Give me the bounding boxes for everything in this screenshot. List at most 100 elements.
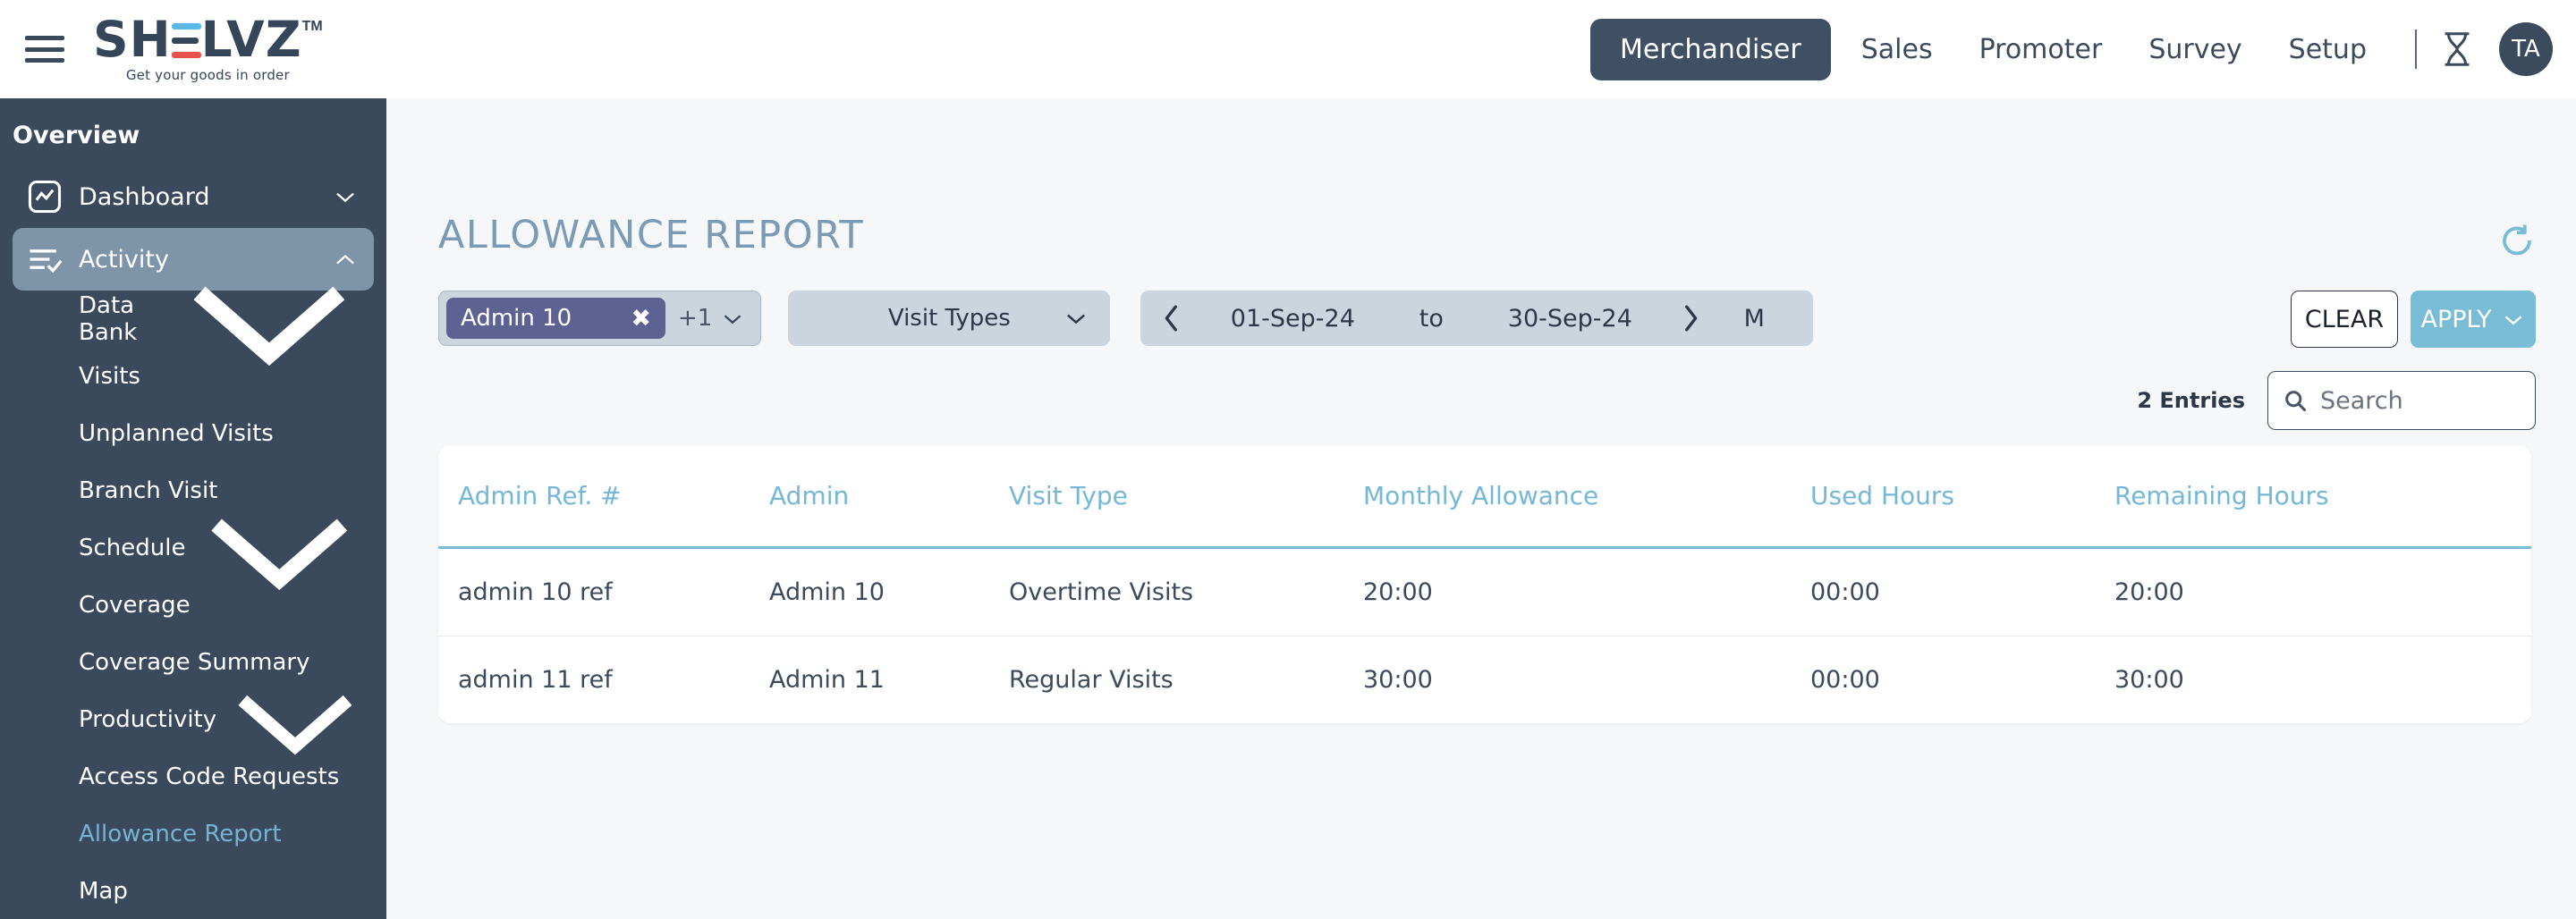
visit-types-select[interactable]: Visit Types: [788, 291, 1111, 346]
tab-promoter[interactable]: Promoter: [1956, 34, 2126, 65]
date-separator: to: [1419, 304, 1444, 333]
cell-admin: Admin 11: [769, 666, 885, 694]
logo-text-before: SH: [93, 11, 172, 68]
chevron-down-icon: [2505, 315, 2522, 325]
search-box[interactable]: [2267, 371, 2536, 430]
sidebar-subitem-data-bank[interactable]: Data Bank: [13, 286, 374, 366]
sidebar-subitem-productivity[interactable]: Productivity: [13, 691, 374, 755]
cell-admin: Admin 10: [769, 547, 1009, 637]
table-row[interactable]: admin 10 ref Admin 10 Overtime Visits 20…: [438, 547, 2531, 637]
cell-visit-type: Overtime Visits: [1009, 547, 1363, 637]
allowance-table: Admin Ref. # Admin Visit Type Monthly Al…: [438, 445, 2531, 723]
sidebar-subitem-coverage[interactable]: Coverage: [13, 577, 374, 634]
column-header-monthly-allowance[interactable]: Monthly Allowance: [1363, 445, 1810, 549]
filter-bar: Admin 10 ✖ +1 Visit Types 01-Sep-24 to 3…: [438, 291, 1814, 346]
column-header-used-hours[interactable]: Used Hours: [1810, 445, 2114, 549]
shelvz-logo: SH LVZ TM Get your goods in order: [93, 15, 323, 84]
sidebar-item-label: Activity: [79, 245, 169, 274]
sidebar-subitem-label: Unplanned Visits: [79, 420, 274, 447]
sidebar-section-title: Overview: [13, 122, 140, 149]
table-toolbar: 2 Entries: [2137, 371, 2536, 430]
date-from[interactable]: 01-Sep-24: [1203, 305, 1382, 333]
top-header: SH LVZ TM Get your goods in order Merchan…: [0, 0, 2576, 98]
date-next-button[interactable]: [1659, 303, 1722, 333]
column-header-visit-type[interactable]: Visit Type: [1009, 445, 1363, 549]
sidebar-subitem-label: Allowance Report: [79, 821, 282, 847]
sidebar-subitem-label: Data Bank: [79, 292, 138, 346]
logo-text-after: LVZ: [200, 11, 302, 68]
admin-filter[interactable]: Admin 10 ✖ +1: [438, 291, 762, 346]
column-header-admin[interactable]: Admin: [769, 445, 1009, 549]
chevron-right-icon: [1685, 305, 1698, 332]
sidebar-subitem-label: Map: [79, 878, 128, 905]
tab-setup[interactable]: Setup: [2266, 34, 2390, 65]
column-header-remaining-hours[interactable]: Remaining Hours: [2114, 445, 2531, 549]
chevron-down-icon: [336, 192, 354, 203]
sidebar-subitem-access-code-requests[interactable]: Access Code Requests: [13, 748, 374, 805]
sidebar-subitem-visits[interactable]: Visits: [13, 348, 374, 405]
app-root: SH LVZ TM Get your goods in order Merchan…: [0, 0, 2576, 919]
dashboard-chart-icon: [28, 180, 62, 214]
tab-sales[interactable]: Sales: [1838, 34, 1956, 65]
tab-merchandiser[interactable]: Merchandiser: [1589, 18, 1831, 80]
table-body: admin 10 ref Admin 10 Overtime Visits 20…: [438, 547, 2531, 724]
top-navigation: Merchandiser Sales Promoter Survey Setup…: [1589, 18, 2576, 80]
date-to[interactable]: 30-Sep-24: [1480, 305, 1659, 333]
sidebar-subitem-label: Schedule: [79, 535, 186, 561]
chevron-left-icon: [1165, 305, 1178, 332]
entries-count: 2 Entries: [2137, 388, 2245, 413]
cell-remaining-hours: 30:00: [2114, 666, 2184, 694]
admin-chip-more[interactable]: +1: [665, 305, 753, 332]
close-icon[interactable]: ✖: [613, 305, 651, 333]
cell-admin-ref: admin 10 ref: [438, 547, 769, 637]
sidebar-subitem-label: Coverage: [79, 592, 191, 619]
column-header-admin-ref[interactable]: Admin Ref. #: [438, 445, 769, 549]
sidebar-subitem-allowance-report[interactable]: Allowance Report: [13, 805, 374, 863]
nav-divider: [2415, 30, 2417, 69]
table-header-row: Admin Ref. # Admin Visit Type Monthly Al…: [438, 445, 2531, 549]
sidebar: Overview Dashboard Activity Data Bank Vi…: [0, 98, 386, 919]
search-input[interactable]: [2320, 386, 2521, 415]
tab-survey[interactable]: Survey: [2125, 34, 2265, 65]
logo-trademark: TM: [301, 19, 323, 34]
table-row[interactable]: admin 11 ref Admin 11 Regular Visits 30:…: [438, 637, 2531, 724]
clear-button[interactable]: CLEAR: [2291, 291, 2398, 348]
date-prev-button[interactable]: [1140, 303, 1203, 333]
sidebar-subitem-label: Visits: [79, 363, 140, 390]
cell-used-hours: 00:00: [1810, 547, 2114, 637]
sidebar-subitem-label: Coverage Summary: [79, 649, 310, 676]
sidebar-subitem-label: Productivity: [79, 706, 217, 733]
sidebar-subitem-schedule[interactable]: Schedule: [13, 519, 374, 590]
hourglass-icon[interactable]: [2436, 29, 2478, 70]
date-range-filter: 01-Sep-24 to 30-Sep-24 M: [1140, 291, 1814, 346]
page-title: ALLOWANCE REPORT: [438, 213, 865, 257]
hamburger-icon[interactable]: [20, 30, 70, 68]
sidebar-subitem-unplanned-visits[interactable]: Unplanned Visits: [13, 405, 374, 462]
cell-used-hours: 00:00: [1810, 666, 1880, 694]
sidebar-item-dashboard[interactable]: Dashboard: [13, 165, 374, 228]
search-icon: [2285, 391, 2307, 412]
avatar[interactable]: TA: [2499, 22, 2553, 76]
logo-e-glyph: [171, 15, 201, 64]
sidebar-subitem-map[interactable]: Map: [13, 863, 374, 919]
table-head: Admin Ref. # Admin Visit Type Monthly Al…: [438, 445, 2531, 549]
date-mode-toggle[interactable]: M: [1722, 305, 1786, 333]
activity-list-check-icon: [30, 249, 63, 274]
refresh-icon[interactable]: [2498, 222, 2536, 259]
allowance-table-card: Admin Ref. # Admin Visit Type Monthly Al…: [438, 445, 2531, 723]
cell-admin-ref: admin 11 ref: [458, 666, 613, 694]
chevron-down-icon: [724, 314, 741, 324]
cell-remaining-hours: 20:00: [2114, 547, 2531, 637]
admin-chip-label: Admin 10: [461, 305, 572, 332]
apply-button-label: APPLY: [2420, 305, 2492, 333]
admin-chip[interactable]: Admin 10 ✖: [446, 298, 665, 339]
sidebar-item-label: Dashboard: [79, 182, 210, 211]
logo-tagline: Get your goods in order: [125, 67, 290, 83]
visit-types-label: Visit Types: [887, 305, 1011, 332]
sidebar-subitem-label: Access Code Requests: [79, 763, 340, 790]
admin-chip-more-count: +1: [678, 305, 713, 332]
filter-actions: CLEAR APPLY: [2291, 291, 2536, 348]
cell-monthly-allowance: 20:00: [1363, 547, 1810, 637]
apply-button[interactable]: APPLY: [2411, 291, 2536, 348]
main-content: ALLOWANCE REPORT Admin 10 ✖ +1 Visit Typ…: [386, 98, 2576, 919]
